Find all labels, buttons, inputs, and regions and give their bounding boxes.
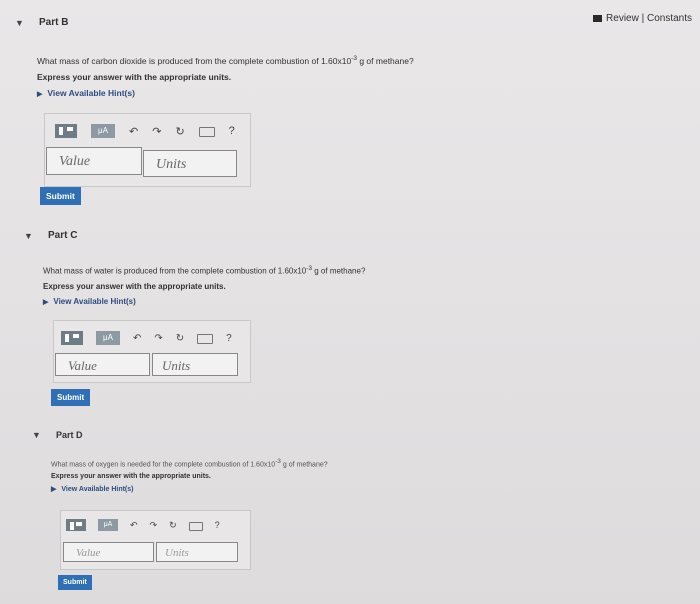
units-input[interactable]: Units (152, 353, 238, 376)
view-hints-link[interactable]: ▶ View Available Hint(s) (43, 297, 365, 306)
instruction-text: Express your answer with the appropriate… (43, 281, 226, 291)
undo-icon[interactable]: ↶ (129, 125, 138, 138)
redo-icon[interactable]: ↷ (154, 333, 162, 344)
part-b-section: ▼ Part B What mass of carbon dioxide is … (15, 17, 414, 98)
part-label: Part D (56, 430, 83, 440)
keyboard-icon[interactable] (197, 334, 214, 344)
question-text: What mass of carbon dioxide is produced … (37, 55, 414, 66)
units-template-icon[interactable]: μA (98, 519, 118, 531)
help-icon[interactable]: ? (215, 520, 220, 530)
units-input[interactable]: Units (156, 542, 238, 562)
template-icon[interactable] (61, 331, 83, 345)
keyboard-icon[interactable] (188, 521, 203, 531)
collapse-caret-icon[interactable]: ▼ (32, 430, 42, 440)
redo-icon[interactable]: ↷ (150, 520, 158, 531)
collapse-caret-icon[interactable]: ▼ (24, 231, 34, 241)
instruction-text: Express your answer with the appropriate… (37, 71, 232, 82)
template-icon[interactable] (55, 124, 77, 138)
review-icon (593, 15, 603, 22)
submit-button[interactable]: Submit (51, 389, 91, 406)
value-input[interactable]: Value (55, 353, 150, 376)
review-constants-label: Review | Constants (606, 13, 692, 24)
template-icon[interactable] (66, 519, 86, 531)
part-c-section: ▼ Part C What mass of water is produced … (24, 230, 365, 306)
redo-icon[interactable]: ↷ (152, 125, 161, 138)
undo-icon[interactable]: ↶ (130, 520, 138, 531)
undo-icon[interactable]: ↶ (133, 333, 141, 344)
value-input[interactable]: Value (63, 542, 154, 562)
math-toolbar: μA ↶ ↷ ↻ ? (55, 124, 235, 138)
view-hints-link[interactable]: ▶ View Available Hint(s) (37, 88, 414, 98)
instruction-text: Express your answer with the appropriate… (51, 473, 211, 481)
keyboard-icon[interactable] (198, 127, 215, 137)
help-icon[interactable]: ? (226, 333, 232, 344)
collapse-caret-icon[interactable]: ▼ (15, 18, 25, 28)
reset-icon[interactable]: ↻ (176, 333, 184, 344)
submit-button[interactable]: Submit (40, 187, 81, 205)
expand-triangle-icon: ▶ (51, 486, 57, 494)
reset-icon[interactable]: ↻ (175, 125, 184, 138)
units-template-icon[interactable]: μA (91, 124, 115, 138)
part-label: Part B (39, 17, 69, 28)
question-text: What mass of oxygen is needed for the co… (51, 458, 328, 469)
question-text: What mass of water is produced from the … (43, 265, 366, 276)
expand-triangle-icon: ▶ (37, 90, 43, 98)
submit-button[interactable]: Submit (58, 575, 92, 590)
part-d-section: ▼ Part D What mass of oxygen is needed f… (32, 430, 328, 493)
view-hints-link[interactable]: ▶ View Available Hint(s) (51, 485, 328, 493)
expand-triangle-icon: ▶ (43, 298, 49, 306)
units-template-icon[interactable]: μA (96, 331, 120, 345)
units-input[interactable]: Units (143, 150, 237, 177)
reset-icon[interactable]: ↻ (169, 520, 177, 531)
part-label: Part C (48, 230, 78, 241)
help-icon[interactable]: ? (229, 125, 235, 137)
review-constants-link[interactable]: Review | Constants (593, 13, 692, 24)
math-toolbar: μA ↶ ↷ ↻ ? (66, 519, 220, 531)
value-input[interactable]: Value (46, 147, 142, 175)
math-toolbar: μA ↶ ↷ ↻ ? (61, 331, 232, 345)
